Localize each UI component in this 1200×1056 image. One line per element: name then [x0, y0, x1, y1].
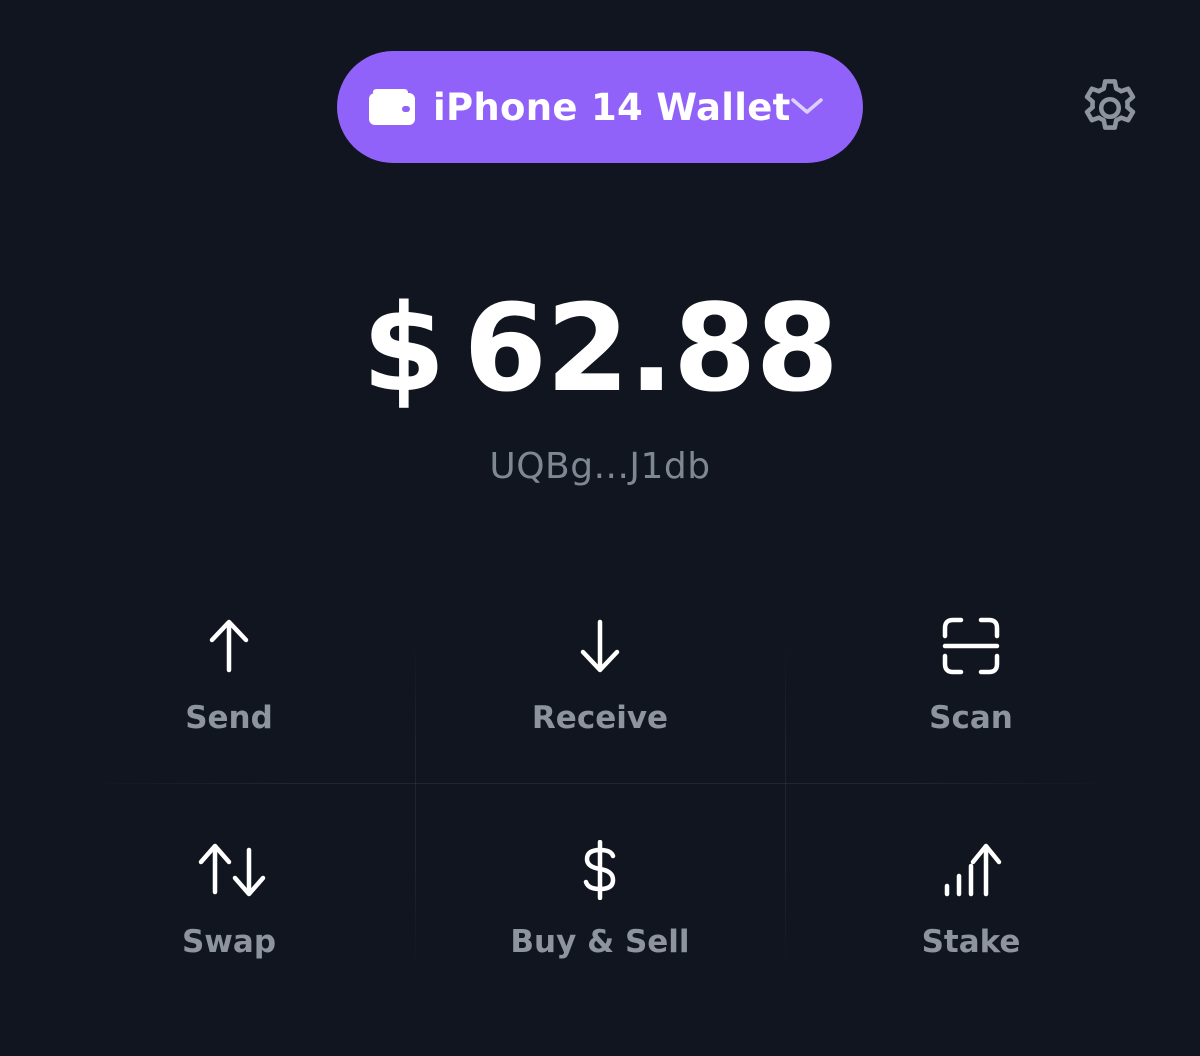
wallet-selector-button[interactable]: iPhone 14 Wallet: [337, 51, 863, 163]
swap-label: Swap: [181, 924, 277, 960]
scan-icon: [939, 616, 1003, 676]
stake-button[interactable]: Stake: [786, 824, 1156, 1014]
send-button[interactable]: Send: [44, 600, 414, 790]
buy-sell-label: Buy & Sell: [510, 924, 690, 960]
receive-label: Receive: [531, 700, 669, 736]
wallet-icon: [368, 88, 416, 126]
scan-label: Scan: [929, 700, 1013, 736]
gear-icon: [1076, 74, 1144, 142]
balance-display: $62.88: [0, 290, 1200, 410]
balance-currency: $: [361, 280, 446, 419]
chevron-down-icon: [790, 95, 824, 117]
swap-button[interactable]: Swap: [44, 824, 414, 1014]
action-grid: Send Receive Scan Swap Buy & Sell Stake: [44, 600, 1156, 1000]
arrow-down-icon: [568, 616, 632, 676]
stake-icon: [939, 840, 1003, 900]
settings-button[interactable]: [1076, 74, 1144, 142]
swap-icon: [197, 840, 266, 900]
wallet-name: iPhone 14 Wallet: [433, 85, 791, 129]
receive-button[interactable]: Receive: [415, 600, 785, 790]
balance-amount: 62.88: [463, 280, 839, 419]
buy-sell-button[interactable]: Buy & Sell: [415, 824, 785, 1014]
stake-label: Stake: [921, 924, 1021, 960]
scan-button[interactable]: Scan: [786, 600, 1156, 790]
wallet-address[interactable]: UQBg...J1db: [0, 446, 1200, 487]
dollar-icon: [568, 840, 632, 900]
arrow-up-icon: [197, 616, 261, 676]
send-label: Send: [185, 700, 273, 736]
